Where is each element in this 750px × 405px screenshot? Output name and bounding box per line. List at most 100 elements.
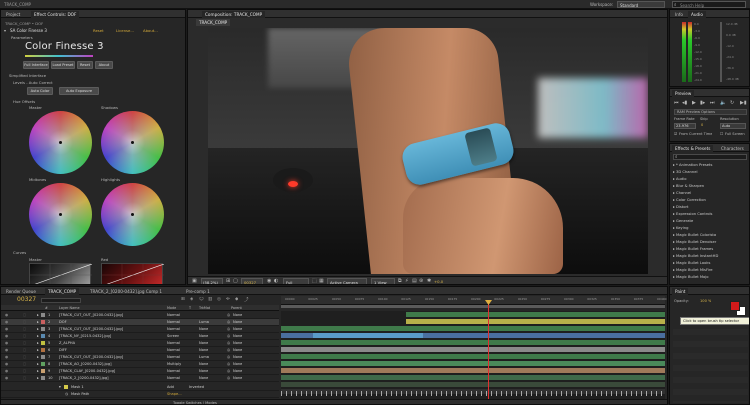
stopwatch-icon[interactable]: ◷: [65, 392, 68, 396]
camera-select[interactable]: Active Camera: [327, 278, 367, 284]
graph-editor-icon[interactable]: ⤴: [244, 297, 249, 303]
layer-trkmat[interactable]: None: [199, 341, 208, 345]
layer-duration-bar[interactable]: [281, 368, 665, 373]
curves-label[interactable]: Curves: [13, 250, 26, 255]
effects-category-item[interactable]: ▸ Magic Bullet Colorista: [673, 233, 716, 239]
layer-parent[interactable]: None: [233, 376, 242, 380]
shadows-color-wheel[interactable]: [101, 111, 164, 174]
effects-search-input[interactable]: ⌕: [673, 154, 747, 160]
timeline-layer-row[interactable]: ● ◻ ▸ 6 DIFF Normal None ◎ None: [1, 347, 279, 354]
about-button[interactable]: About: [95, 61, 113, 69]
tab-effects-presets[interactable]: Effects & Presets: [672, 145, 714, 152]
midtones-color-wheel[interactable]: [29, 183, 92, 246]
paint-opacity-value[interactable]: 100 %: [700, 299, 711, 303]
effects-category-item[interactable]: ▸ Magic Bullet InstantHD: [673, 254, 718, 260]
layer-mode[interactable]: Normal: [167, 327, 180, 331]
col-header-layer-name[interactable]: Layer Name: [59, 306, 80, 310]
layer-parent[interactable]: None: [233, 327, 242, 331]
layer-name[interactable]: [TRACK_CLAY_[0200-0432].jpg]: [59, 369, 115, 373]
layer-expand-icon[interactable]: ▸: [37, 348, 39, 352]
auto-color-button[interactable]: Auto Color: [27, 87, 53, 95]
timeline-icon[interactable]: ▤: [412, 278, 417, 284]
layer-expand-icon[interactable]: ▸: [37, 334, 39, 338]
layer-trkmat[interactable]: None: [199, 334, 208, 338]
timeline-layer-row[interactable]: ● ◻ ▸ 1 [TRACK_CUT_OUT_[0200-0432].jpg] Norma…: [1, 312, 279, 319]
preview-resolution-select[interactable]: Auto: [720, 123, 746, 129]
timeline-layer-row[interactable]: ● ◻ ▸ 8 [TRACK_AO_[0200-0432].jpg] Multiply No…: [1, 361, 279, 368]
first-frame-icon[interactable]: ⏮: [674, 100, 679, 106]
shy-icon[interactable]: ☺: [199, 297, 204, 302]
master-color-wheel[interactable]: [29, 111, 92, 174]
effect-expand-icon[interactable]: ▾: [4, 28, 6, 33]
master-curve-graph[interactable]: [29, 263, 92, 284]
transparency-grid-icon[interactable]: ▦: [319, 278, 324, 284]
grid-icon[interactable]: ⊞: [226, 278, 230, 284]
effects-category-item[interactable]: ▸ Blur & Sharpen: [673, 184, 704, 190]
frame-blending-icon[interactable]: ▥: [208, 297, 212, 302]
effects-category-item[interactable]: ▸ Keying: [673, 226, 688, 232]
tab-composition[interactable]: Composition: TRACK_COMP: [202, 11, 266, 18]
timeline-timecode[interactable]: 00327: [17, 296, 36, 303]
layer-trkmat[interactable]: Luma: [199, 355, 209, 359]
effects-category-item[interactable]: ▸ Generate: [673, 219, 693, 225]
layer-duration-bar[interactable]: [281, 347, 665, 352]
highlights-wheel-handle[interactable]: [131, 213, 134, 216]
layer-expand-icon[interactable]: ▸: [37, 362, 39, 366]
layer-parent-icon[interactable]: ◎: [227, 341, 230, 345]
layer-duration-bar[interactable]: [281, 375, 665, 380]
layer-label-swatch[interactable]: [41, 327, 45, 331]
layer-trkmat[interactable]: None: [199, 327, 208, 331]
layer-visibility-icon[interactable]: ●: [5, 348, 8, 352]
layer-parent[interactable]: None: [233, 320, 242, 324]
zoom-select[interactable]: (58.2%): [201, 278, 223, 284]
layer-lock-icon[interactable]: ◻: [23, 341, 26, 345]
timeline-search-input[interactable]: [41, 298, 81, 303]
layer-trkmat[interactable]: None: [199, 376, 208, 380]
auto-exposure-button[interactable]: Auto Exposure: [59, 87, 99, 95]
ram-preview-icon[interactable]: ▶▮: [740, 100, 747, 106]
master-wheel-handle[interactable]: [59, 141, 62, 144]
layer-lock-icon[interactable]: ◻: [23, 327, 26, 331]
subtab-track-comp[interactable]: TRACK_COMP: [196, 19, 231, 26]
reset-button[interactable]: Reset: [77, 61, 93, 69]
layer-label-swatch[interactable]: [41, 355, 45, 359]
timecode-field[interactable]: 00327: [241, 278, 263, 284]
mask-row[interactable]: ▾ Mask 1 Add Inverted: [1, 384, 279, 391]
layer-mode[interactable]: Screen: [167, 334, 179, 338]
layer-parent[interactable]: None: [233, 369, 242, 373]
layer-trkmat[interactable]: None: [199, 348, 208, 352]
layer-parent-icon[interactable]: ◎: [227, 327, 230, 331]
layer-mode[interactable]: Normal: [167, 313, 180, 317]
layer-expand-icon[interactable]: ▸: [37, 341, 39, 345]
timeline-layer-row[interactable]: ● ◻ ▸ 4 [TRACK_NY_[0215-0432].jpg] Screen None…: [1, 333, 279, 340]
tab-preview[interactable]: Preview: [672, 90, 695, 97]
tab-characters[interactable]: Characters: [718, 145, 747, 152]
layer-duration-bar[interactable]: [281, 361, 665, 366]
layer-name[interactable]: [TRACK_CUT_OUT_[0200-0432].jpg]: [59, 313, 123, 317]
effects-category-item[interactable]: ▸ Magic Bullet MisFire: [673, 268, 713, 274]
layer-trkmat[interactable]: Luma: [199, 320, 209, 324]
play-icon[interactable]: ▶: [692, 100, 696, 106]
layer-visibility-icon[interactable]: ●: [5, 341, 8, 345]
timeline-layer-row[interactable]: ● ◻ ▸ 3 [TRACK_CUT_OUT_[0200-0432].jpg] Norma…: [1, 326, 279, 333]
resolution-select[interactable]: Full: [283, 278, 309, 284]
simplified-interface-label[interactable]: Simplified Interface: [9, 73, 46, 78]
ram-preview-options-select[interactable]: RAM Preview Options: [674, 109, 747, 115]
toggle-pixel-aspect-icon[interactable]: ⧉: [398, 278, 402, 284]
layer-name[interactable]: DOF: [59, 320, 67, 324]
frame-rate-select[interactable]: 23.976: [674, 123, 696, 129]
tab-track-comp[interactable]: TRACK_COMP: [45, 288, 80, 295]
layer-parent-icon[interactable]: ◎: [227, 369, 230, 373]
effects-category-item[interactable]: ▸ Color Correction: [673, 198, 706, 204]
effects-category-item[interactable]: ▸ Audio: [673, 177, 687, 183]
layer-parent-icon[interactable]: ◎: [227, 348, 230, 352]
effects-category-item[interactable]: ▸ Distort: [673, 205, 688, 211]
effects-category-item[interactable]: ▸ Channel: [673, 191, 691, 197]
layer-parent-icon[interactable]: ◎: [227, 376, 230, 380]
workspace-select[interactable]: Standard: [617, 1, 665, 8]
timeline-layer-row[interactable]: ● ◻ ▸ 10 [TRACK_2_[0200-0432].jpg] Normal None…: [1, 375, 279, 382]
draft-3d-icon[interactable]: ◈: [190, 297, 193, 302]
effects-category-item[interactable]: ▸ Magic Bullet Mojo: [673, 275, 709, 281]
layer-mode[interactable]: Normal: [167, 376, 180, 380]
layer-name[interactable]: DIFF: [59, 348, 67, 352]
